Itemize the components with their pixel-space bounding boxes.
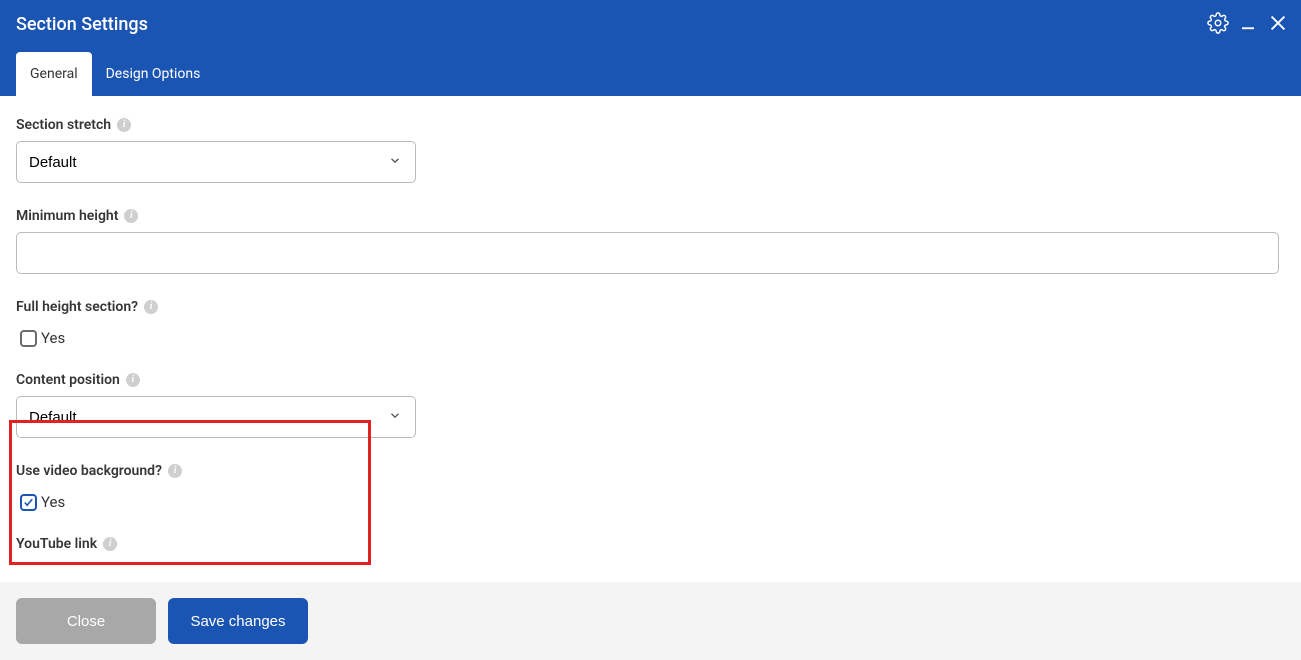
minimum-height-input[interactable] (16, 232, 1279, 274)
label-section-stretch: Section stretch (16, 117, 111, 133)
content-position-select[interactable]: Default (16, 396, 416, 438)
tabs: General Design Options (16, 52, 214, 96)
settings-icon[interactable] (1207, 12, 1229, 38)
label-content-position: Content position (16, 372, 120, 388)
minimize-icon[interactable] (1239, 14, 1257, 36)
tab-general[interactable]: General (16, 52, 92, 96)
label-youtube-link: YouTube link (16, 536, 97, 552)
modal-footer: Close Save changes (0, 582, 1301, 660)
info-icon[interactable]: i (124, 209, 138, 223)
header-actions (1207, 12, 1289, 38)
save-changes-button[interactable]: Save changes (168, 598, 308, 644)
field-minimum-height: Minimum height i (16, 205, 1285, 274)
info-icon[interactable]: i (126, 373, 140, 387)
field-section-stretch: Section stretch i Default (16, 114, 1285, 183)
info-icon[interactable]: i (168, 464, 182, 478)
info-icon[interactable]: i (103, 537, 117, 551)
tab-design-options[interactable]: Design Options (92, 52, 215, 96)
settings-form: Section stretch i Default Minimum height… (0, 96, 1301, 560)
full-height-checkbox[interactable] (20, 330, 37, 347)
label-full-height: Full height section? (16, 299, 138, 315)
field-youtube-link: YouTube link i (16, 533, 1285, 560)
label-minimum-height: Minimum height (16, 208, 118, 224)
field-full-height: Full height section? i Yes (16, 296, 1285, 347)
info-icon[interactable]: i (144, 300, 158, 314)
info-icon[interactable]: i (117, 118, 131, 132)
checkbox-label: Yes (41, 493, 65, 511)
close-button[interactable]: Close (16, 598, 156, 644)
modal-header: Section Settings General Design Options (0, 0, 1301, 96)
checkbox-label: Yes (41, 329, 65, 347)
section-stretch-select[interactable]: Default (16, 141, 416, 183)
label-use-video-bg: Use video background? (16, 463, 162, 479)
modal-title: Section Settings (0, 0, 1301, 35)
use-video-bg-checkbox[interactable] (20, 494, 37, 511)
field-content-position: Content position i Default (16, 369, 1285, 438)
close-icon[interactable] (1267, 12, 1289, 38)
field-use-video-bg: Use video background? i Yes (16, 460, 1285, 511)
